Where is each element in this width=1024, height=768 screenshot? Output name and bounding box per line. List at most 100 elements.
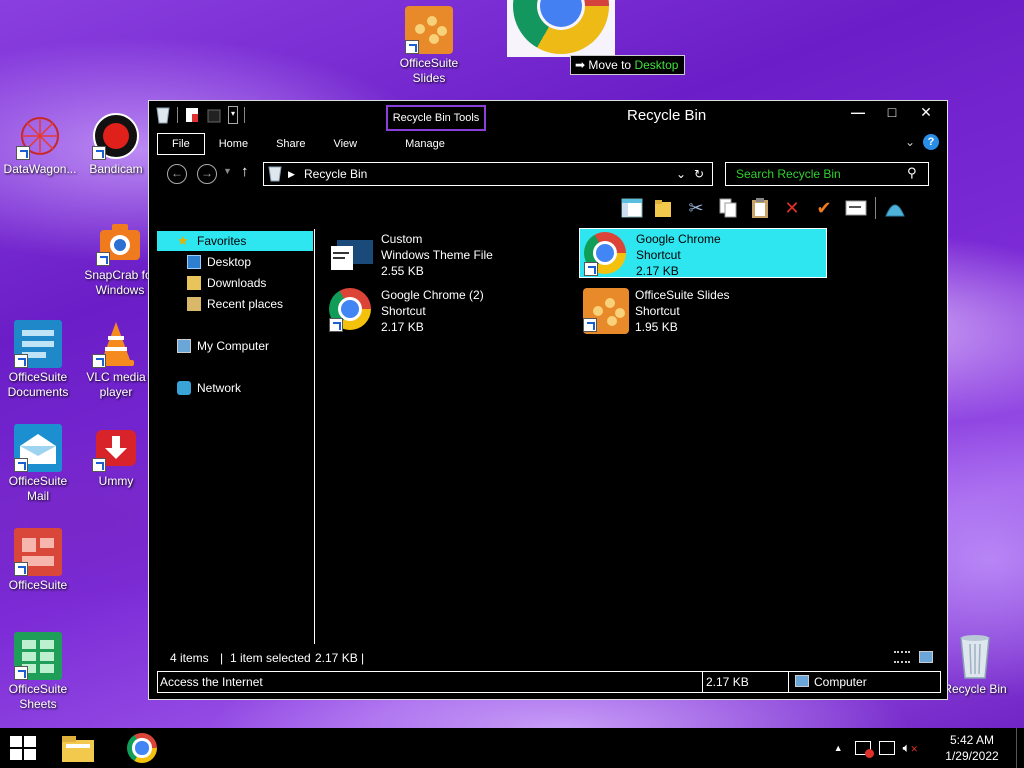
minimize-button[interactable]: — — [841, 102, 875, 124]
desktop-icon-label: OfficeSuite — [8, 578, 68, 592]
item-count: 4 items — [170, 651, 209, 665]
desktop-icon-officesuite-documents[interactable]: OfficeSuite Documents — [0, 320, 76, 400]
tab-home[interactable]: Home — [205, 134, 262, 154]
file-item-custom-theme[interactable]: Custom Windows Theme File 2.55 KB — [325, 229, 573, 279]
search-icon[interactable]: ⚲ — [907, 165, 917, 181]
desktop-icon — [187, 255, 201, 269]
recent-locations-dropdown-icon[interactable]: ▼ — [223, 166, 232, 176]
show-desktop-button[interactable] — [1016, 728, 1024, 768]
clock[interactable]: 5:42 AM 1/29/2022 — [928, 732, 1016, 764]
desktop-icon-officesuite-slides[interactable]: OfficeSuite Slides — [391, 6, 467, 86]
desktop-icon-ummy[interactable]: Ummy — [78, 424, 154, 489]
nav-item-desktop[interactable]: Desktop — [187, 252, 251, 272]
tab-share[interactable]: Share — [262, 134, 319, 154]
file-size: 2.17 KB — [636, 264, 679, 278]
title-bar[interactable]: ▾ Recycle Bin Tools Recycle Bin — □ ✕ — [149, 101, 947, 131]
expand-ribbon-icon[interactable]: ⌄ — [905, 135, 915, 149]
quick-access-toolbar: ▾ — [155, 106, 245, 124]
qat-dropdown-icon[interactable]: ▾ — [228, 106, 238, 124]
tab-file[interactable]: File — [157, 133, 205, 155]
chrome-icon — [127, 733, 157, 763]
volume-muted-icon[interactable]: 🔈︎✕ — [903, 740, 918, 756]
datawagon-icon — [16, 112, 64, 160]
address-dropdown-icon[interactable]: ⌄ — [676, 163, 686, 185]
start-button[interactable] — [10, 736, 38, 762]
nav-item-recent-places[interactable]: Recent places — [187, 294, 283, 314]
file-name: Google Chrome (2) — [381, 288, 484, 302]
file-item-google-chrome-2[interactable]: Google Chrome (2) Shortcut 2.17 KB — [325, 285, 573, 335]
file-item-google-chrome[interactable]: Google Chrome Shortcut 2.17 KB — [579, 228, 827, 278]
paste-icon[interactable] — [747, 195, 773, 221]
file-name: Google Chrome — [636, 232, 721, 246]
desktop-icon-officesuite[interactable]: OfficeSuite — [0, 528, 76, 593]
desktop-icon-datawagon[interactable]: DataWagon... — [2, 112, 78, 177]
folder-check-icon[interactable] — [651, 195, 677, 221]
shortcut-arrow-icon — [92, 146, 106, 160]
details-divider — [702, 672, 703, 692]
file-type: Windows Theme File — [381, 248, 493, 262]
maximize-button[interactable]: □ — [875, 102, 909, 124]
navigation-pane: ★ Favorites Desktop Downloads Recent pla… — [157, 229, 315, 644]
drag-ghost-chrome — [507, 0, 615, 57]
copy-icon[interactable] — [715, 195, 741, 221]
cut-icon[interactable]: ✂ — [683, 195, 709, 221]
desktop-icon-bandicam[interactable]: Bandicam — [78, 112, 154, 177]
desktop-icon-vlc[interactable]: VLC media player — [78, 320, 154, 400]
checkmark-icon[interactable]: ✔ — [811, 195, 837, 221]
desktop-icon-officesuite-mail[interactable]: OfficeSuite Mail — [0, 424, 76, 504]
recycle-bin-tools-tab[interactable]: Recycle Bin Tools — [386, 105, 486, 131]
forward-button[interactable]: → — [197, 164, 217, 184]
system-tray: ▲ 🔈︎✕ 5:42 AM 1/29/2022 — [834, 728, 1024, 768]
refresh-icon[interactable]: ↻ — [694, 163, 704, 185]
properties-icon[interactable] — [184, 106, 200, 124]
nav-item-network[interactable]: Network — [177, 378, 241, 398]
drag-tip-destination: Desktop — [634, 58, 679, 72]
officesuite-slides-shortcut-icon — [583, 288, 629, 334]
nav-item-label: Network — [197, 381, 242, 395]
selected-count: 1 item selected — [230, 651, 311, 665]
theme-file-icon — [329, 232, 375, 276]
layout-pane-icon[interactable] — [619, 195, 645, 221]
delete-icon[interactable]: ✕ — [779, 195, 805, 221]
officesuite-documents-icon — [14, 320, 62, 368]
up-arrow-icon[interactable]: ↑ — [241, 163, 249, 180]
file-text: Google Chrome (2) Shortcut 2.17 KB — [381, 287, 484, 335]
qat-divider — [177, 107, 178, 123]
officesuite-icon — [14, 528, 62, 576]
show-hidden-icons-icon[interactable]: ▲ — [834, 743, 843, 753]
details-bar: Access the Internet 2.17 KB Computer — [157, 671, 941, 693]
nav-item-favorites[interactable]: ★ Favorites — [157, 231, 313, 251]
window-controls: — □ ✕ — [841, 102, 943, 124]
nav-item-my-computer[interactable]: My Computer — [177, 336, 269, 356]
file-item-officesuite-slides[interactable]: OfficeSuite Slides Shortcut 1.95 KB — [579, 285, 827, 335]
shortcut-arrow-icon — [583, 318, 597, 332]
new-folder-icon[interactable] — [206, 106, 222, 124]
network-tray-icon[interactable] — [878, 741, 895, 755]
chrome-icon — [513, 0, 609, 54]
chrome-taskbar-button[interactable] — [127, 733, 157, 763]
rename-icon[interactable] — [843, 195, 869, 221]
taskbar: ▲ 🔈︎✕ 5:42 AM 1/29/2022 — [0, 728, 1024, 768]
shell-icon[interactable] — [882, 195, 908, 221]
recycle-bin-small-icon[interactable] — [155, 106, 171, 124]
close-button[interactable]: ✕ — [909, 102, 943, 124]
help-button[interactable]: ? — [923, 134, 939, 150]
nav-item-label: My Computer — [197, 339, 270, 353]
file-explorer-taskbar-button[interactable] — [60, 732, 96, 764]
details-view-icon[interactable] — [894, 651, 910, 663]
desktop-icon-officesuite-sheets[interactable]: OfficeSuite Sheets — [0, 632, 76, 712]
tab-manage[interactable]: Manage — [371, 134, 459, 154]
file-size: 1.95 KB — [635, 320, 678, 334]
item-size: 2.17 KB — [706, 675, 749, 689]
shortcut-arrow-icon — [14, 562, 28, 576]
back-button[interactable]: ← — [167, 164, 187, 184]
search-input[interactable]: Search Recycle Bin — [725, 162, 929, 186]
desktop-icon-recycle-bin[interactable]: Recycle Bin — [937, 632, 1013, 697]
desktop-icon-label: Ummy — [98, 474, 134, 488]
toolbar-divider — [875, 197, 876, 219]
action-center-flag-icon[interactable] — [854, 741, 874, 758]
nav-item-downloads[interactable]: Downloads — [187, 273, 266, 293]
tab-view[interactable]: View — [319, 134, 371, 154]
address-bar[interactable]: ▶ Recycle Bin ⌄ ↻ — [263, 162, 713, 186]
large-icons-view-icon[interactable] — [919, 651, 933, 663]
